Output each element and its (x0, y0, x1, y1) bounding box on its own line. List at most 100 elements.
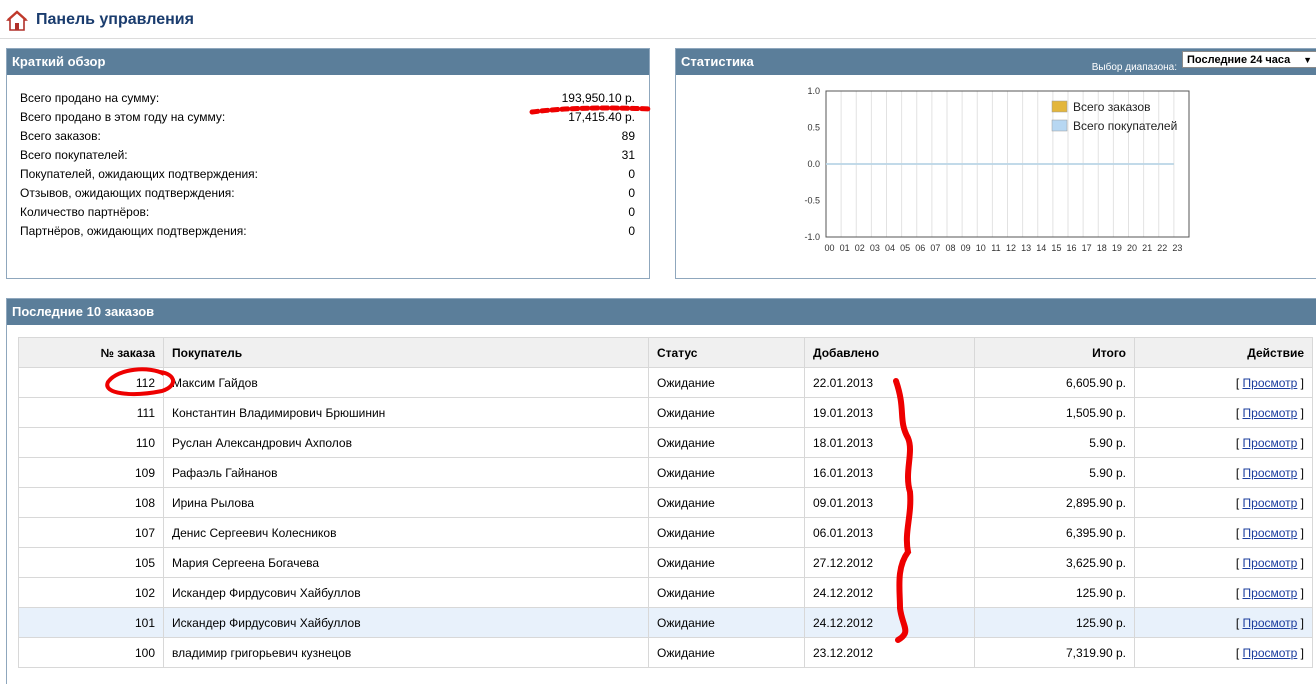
order-row[interactable]: 105 Мария Сергеена Богачева Ожидание 27.12.… (18, 547, 1313, 578)
x-tick-label: 01 (840, 243, 850, 253)
order-total: 125.90 р. (974, 607, 1135, 638)
order-action: [ Просмотр ] (1134, 547, 1313, 578)
order-action: [ Просмотр ] (1134, 367, 1313, 398)
order-action: [ Просмотр ] (1134, 577, 1313, 608)
view-order-link[interactable]: Просмотр (1243, 406, 1298, 420)
order-date: 23.12.2012 (804, 637, 975, 668)
overview-label: Всего покупателей: (20, 148, 128, 162)
home-icon[interactable] (6, 10, 28, 32)
overview-label: Партнёров, ожидающих подтверждения: (20, 224, 247, 238)
x-tick-label: 12 (1006, 243, 1016, 253)
order-number: 111 (18, 397, 164, 428)
order-customer: Рафаэль Гайнанов (163, 457, 649, 488)
y-tick-label: 0.5 (807, 123, 820, 133)
legend-swatch (1051, 119, 1068, 132)
overview-value: 0 (628, 205, 635, 219)
statistics-chart: 1.0 0.5 0.0 -0.5 -1.0 00 01 02 03 04 05 06 07 08 09 10 1… (804, 86, 1190, 253)
order-status: Ожидание (648, 607, 805, 638)
order-status: Ожидание (648, 367, 805, 398)
overview-label: Всего заказов: (20, 129, 101, 143)
x-tick-label: 13 (1021, 243, 1031, 253)
legend-swatch (1051, 100, 1068, 113)
range-select[interactable]: Последние 24 часа ▼ (1182, 51, 1316, 68)
orders-table: № заказа Покупатель Статус Добавлено Ито… (18, 337, 1313, 668)
order-customer: Ирина Рылова (163, 487, 649, 518)
order-total: 5.90 р. (974, 457, 1135, 488)
x-tick-label: 15 (1051, 243, 1061, 253)
view-order-link[interactable]: Просмотр (1243, 586, 1298, 600)
col-total[interactable]: Итого (974, 337, 1135, 368)
orders-header-row: № заказа Покупатель Статус Добавлено Ито… (18, 337, 1313, 368)
recent-orders-panel: Последние 10 заказов № заказа Покупатель… (6, 298, 1316, 684)
order-row[interactable]: 110 Руслан Александрович Ахполов Ожидание 1… (18, 427, 1313, 458)
x-tick-label: 21 (1142, 243, 1152, 253)
order-row[interactable]: 112 Максим Гайдов Ожидание 22.01.2013 6,605.… (18, 367, 1313, 398)
order-row[interactable]: 102 Искандер Фирдусович Хайбуллов Ожидание… (18, 577, 1313, 608)
order-row[interactable]: 111 Константин Владимирович Брюшинин Ожида… (18, 397, 1313, 428)
order-number: 109 (18, 457, 164, 488)
order-number: 107 (18, 517, 164, 548)
orders-title: Последние 10 заказов (7, 299, 1316, 325)
overview-title: Краткий обзор (7, 49, 649, 75)
legend-label: Всего покупателей (1073, 119, 1177, 133)
view-order-link[interactable]: Просмотр (1243, 436, 1298, 450)
order-date: 09.01.2013 (804, 487, 975, 518)
col-customer[interactable]: Покупатель (163, 337, 649, 368)
order-action: [ Просмотр ] (1134, 487, 1313, 518)
overview-value: 0 (628, 186, 635, 200)
order-status: Ожидание (648, 577, 805, 608)
view-order-link[interactable]: Просмотр (1243, 526, 1298, 540)
order-customer: Мария Сергеена Богачева (163, 547, 649, 578)
overview-value: 193,950.10 р. (561, 91, 635, 105)
overview-value: 17,415.40 р. (568, 110, 635, 124)
order-action: [ Просмотр ] (1134, 457, 1313, 488)
x-tick-label: 08 (946, 243, 956, 253)
order-status: Ожидание (648, 637, 805, 668)
overview-value: 0 (628, 167, 635, 181)
order-number: 112 (18, 367, 164, 398)
x-tick-label: 20 (1127, 243, 1137, 253)
order-row[interactable]: 100 владимир григорьевич кузнецов Ожидание… (18, 637, 1313, 668)
overview-row: Партнёров, ожидающих подтверждения: 0 (20, 224, 635, 243)
order-action: [ Просмотр ] (1134, 517, 1313, 548)
col-order-number[interactable]: № заказа (18, 337, 164, 368)
order-action: [ Просмотр ] (1134, 637, 1313, 668)
col-date-added[interactable]: Добавлено (804, 337, 975, 368)
x-tick-label: 17 (1082, 243, 1092, 253)
x-tick-label: 05 (900, 243, 910, 253)
view-order-link[interactable]: Просмотр (1243, 556, 1298, 570)
overview-row: Покупателей, ожидающих подтверждения: 0 (20, 167, 635, 186)
order-date: 06.01.2013 (804, 517, 975, 548)
order-customer: Искандер Фирдусович Хайбуллов (163, 577, 649, 608)
order-customer: Константин Владимирович Брюшинин (163, 397, 649, 428)
x-tick-label: 02 (855, 243, 865, 253)
order-row[interactable]: 109 Рафаэль Гайнанов Ожидание 16.01.2013 5.9… (18, 457, 1313, 488)
order-customer: Денис Сергеевич Колесников (163, 517, 649, 548)
view-order-link[interactable]: Просмотр (1243, 646, 1298, 660)
y-tick-label: -1.0 (804, 232, 820, 242)
view-order-link[interactable]: Просмотр (1243, 376, 1298, 390)
order-number: 108 (18, 487, 164, 518)
x-tick-label: 07 (930, 243, 940, 253)
col-status[interactable]: Статус (648, 337, 805, 368)
overview-row: Количество партнёров: 0 (20, 205, 635, 224)
overview-row: Всего продано на сумму: 193,950.10 р. (20, 91, 635, 110)
order-customer: Максим Гайдов (163, 367, 649, 398)
order-action: [ Просмотр ] (1134, 607, 1313, 638)
overview-label: Покупателей, ожидающих подтверждения: (20, 167, 258, 181)
order-action: [ Просмотр ] (1134, 397, 1313, 428)
order-row[interactable]: 107 Денис Сергеевич Колесников Ожидание 06.… (18, 517, 1313, 548)
range-select-value: Последние 24 часа (1187, 54, 1291, 66)
view-order-link[interactable]: Просмотр (1243, 466, 1298, 480)
x-tick-label: 04 (885, 243, 895, 253)
order-number: 110 (18, 427, 164, 458)
order-number: 101 (18, 607, 164, 638)
order-row[interactable]: 108 Ирина Рылова Ожидание 09.01.2013 2,895.9… (18, 487, 1313, 518)
x-tick-label: 22 (1157, 243, 1167, 253)
order-row[interactable]: 101 Искандер Фирдусович Хайбуллов Ожидание… (18, 607, 1313, 638)
overview-row: Отзывов, ожидающих подтверждения: 0 (20, 186, 635, 205)
view-order-link[interactable]: Просмотр (1243, 616, 1298, 630)
order-action: [ Просмотр ] (1134, 427, 1313, 458)
view-order-link[interactable]: Просмотр (1243, 496, 1298, 510)
overview-label: Всего продано в этом году на сумму: (20, 110, 226, 124)
